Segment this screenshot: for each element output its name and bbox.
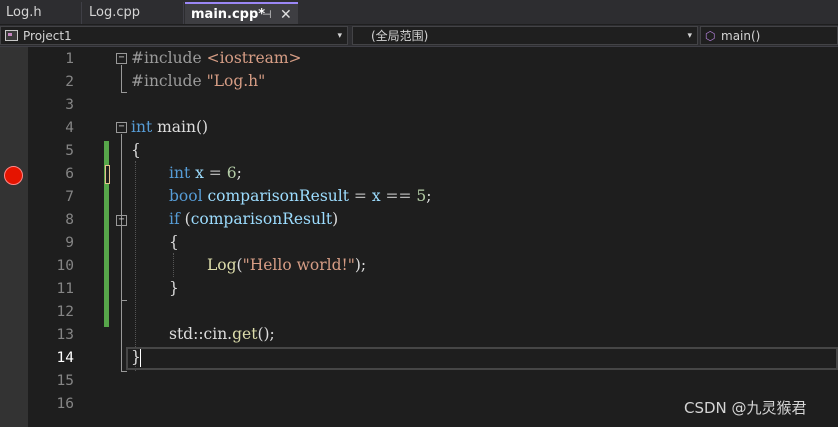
close-icon[interactable]: ✕ <box>280 4 292 26</box>
operator: == <box>380 187 417 205</box>
pin-icon[interactable]: ⊣ <box>262 4 272 26</box>
collapse-icon[interactable]: − <box>116 215 127 226</box>
function-signature: main() <box>152 118 209 136</box>
line-number-current: 14 <box>56 350 74 366</box>
outline-line <box>121 92 127 93</box>
operator: = <box>353 187 372 205</box>
scope-label: (全局范围) <box>371 29 429 43</box>
keyword: int <box>169 164 191 182</box>
outline-line <box>121 300 127 301</box>
code-line-4[interactable]: int main() <box>131 116 208 139</box>
paren: ) <box>332 210 339 228</box>
breakpoint-margin[interactable] <box>0 47 28 427</box>
line-number: 11 <box>56 281 74 297</box>
chevron-down-icon: ▾ <box>337 31 342 41</box>
code-line-6[interactable]: int x = 6; <box>169 162 242 185</box>
outline-line <box>121 371 127 372</box>
line-number: 6 <box>65 166 74 182</box>
line-number: 15 <box>56 373 74 389</box>
navigation-bar: Project1 ▾ (全局范围) ▾ ⬡ main() <box>0 25 838 47</box>
line-number: 3 <box>65 97 74 113</box>
breakpoint-icon[interactable] <box>4 166 23 185</box>
paren: (); <box>257 325 275 343</box>
variable: comparisonResult <box>190 210 333 228</box>
semicolon: ; <box>236 164 242 182</box>
cube-icon: ⬡ <box>705 29 716 43</box>
scope-dropdown[interactable]: (全局范围) ▾ <box>352 26 698 45</box>
project-icon <box>5 30 18 41</box>
code-line-9[interactable]: { <box>169 231 179 254</box>
number-literal: 6 <box>226 164 237 182</box>
indent-guide <box>135 161 136 371</box>
unsaved-change-marker <box>105 165 110 184</box>
code-line-8[interactable]: if (comparisonResult) <box>169 208 338 231</box>
line-number: 2 <box>65 74 74 90</box>
function-call: Log <box>207 256 237 274</box>
chevron-down-icon: ▾ <box>687 31 692 41</box>
tab-label: Log.cpp <box>89 5 141 20</box>
include-header: <iostream> <box>206 49 302 67</box>
tab-log-h[interactable]: Log.h <box>0 2 82 24</box>
line-number: 10 <box>56 258 74 274</box>
string-literal: "Hello world!" <box>242 256 355 274</box>
function-call: get <box>232 325 258 343</box>
indent-guide <box>173 253 174 277</box>
code-line-2[interactable]: #include "Log.h" <box>131 70 265 93</box>
tab-label: main.cpp* <box>191 7 266 22</box>
tab-log-cpp[interactable]: Log.cpp <box>83 2 184 24</box>
current-line-highlight <box>126 347 838 370</box>
operator: = <box>208 164 227 182</box>
brace: { <box>169 233 179 251</box>
project-dropdown[interactable]: Project1 ▾ <box>0 26 348 45</box>
paren: ); <box>354 256 367 274</box>
line-number: 1 <box>65 51 74 67</box>
text-caret <box>140 349 141 367</box>
code-line-7[interactable]: bool comparisonResult = x == 5; <box>169 185 432 208</box>
keyword: if <box>169 210 180 228</box>
collapse-icon[interactable]: − <box>116 53 127 64</box>
outline-line <box>121 65 122 93</box>
line-number: 7 <box>65 189 74 205</box>
tab-label: Log.h <box>6 5 42 20</box>
keyword: bool <box>169 187 203 205</box>
code-line-5[interactable]: { <box>131 139 141 162</box>
include-header: "Log.h" <box>206 72 266 90</box>
watermark: CSDN @九灵猴君 <box>684 399 807 417</box>
collapse-icon[interactable]: − <box>116 122 127 133</box>
brace: } <box>169 279 179 297</box>
preprocessor-directive: #include <box>131 72 207 90</box>
number-literal: 5 <box>416 187 427 205</box>
line-number: 4 <box>65 120 74 136</box>
variable: comparisonResult <box>202 187 354 205</box>
code-line-11[interactable]: } <box>169 277 179 300</box>
code-line-1[interactable]: #include <iostream> <box>131 47 302 70</box>
line-number: 12 <box>56 304 74 320</box>
member-dropdown[interactable]: ⬡ main() <box>700 26 838 45</box>
member-label: main() <box>721 29 761 43</box>
project-name: Project1 <box>23 29 72 43</box>
line-number: 13 <box>56 327 74 343</box>
line-number: 5 <box>65 143 74 159</box>
variable: x <box>371 187 381 205</box>
variable: x <box>190 164 209 182</box>
paren: ( <box>179 210 191 228</box>
document-tab-bar: Log.h Log.cpp main.cpp* ⊣ ✕ <box>0 0 838 24</box>
outline-line <box>121 227 122 301</box>
line-number: 8 <box>65 212 74 228</box>
preprocessor-directive: #include <box>131 49 207 67</box>
tab-main-cpp[interactable]: main.cpp* ⊣ ✕ <box>185 2 298 24</box>
keyword: int <box>131 118 153 136</box>
line-number: 16 <box>56 396 74 412</box>
code-editor[interactable]: 1 2 3 4 5 6 7 8 9 10 11 12 13 14 15 16 −… <box>0 47 838 427</box>
code-line-13[interactable]: std::cin.get(); <box>169 323 275 346</box>
brace: { <box>131 141 141 159</box>
code-line-10[interactable]: Log("Hello world!"); <box>207 254 366 277</box>
namespace-access: std::cin. <box>169 325 233 343</box>
semicolon: ; <box>426 187 432 205</box>
line-number: 9 <box>65 235 74 251</box>
